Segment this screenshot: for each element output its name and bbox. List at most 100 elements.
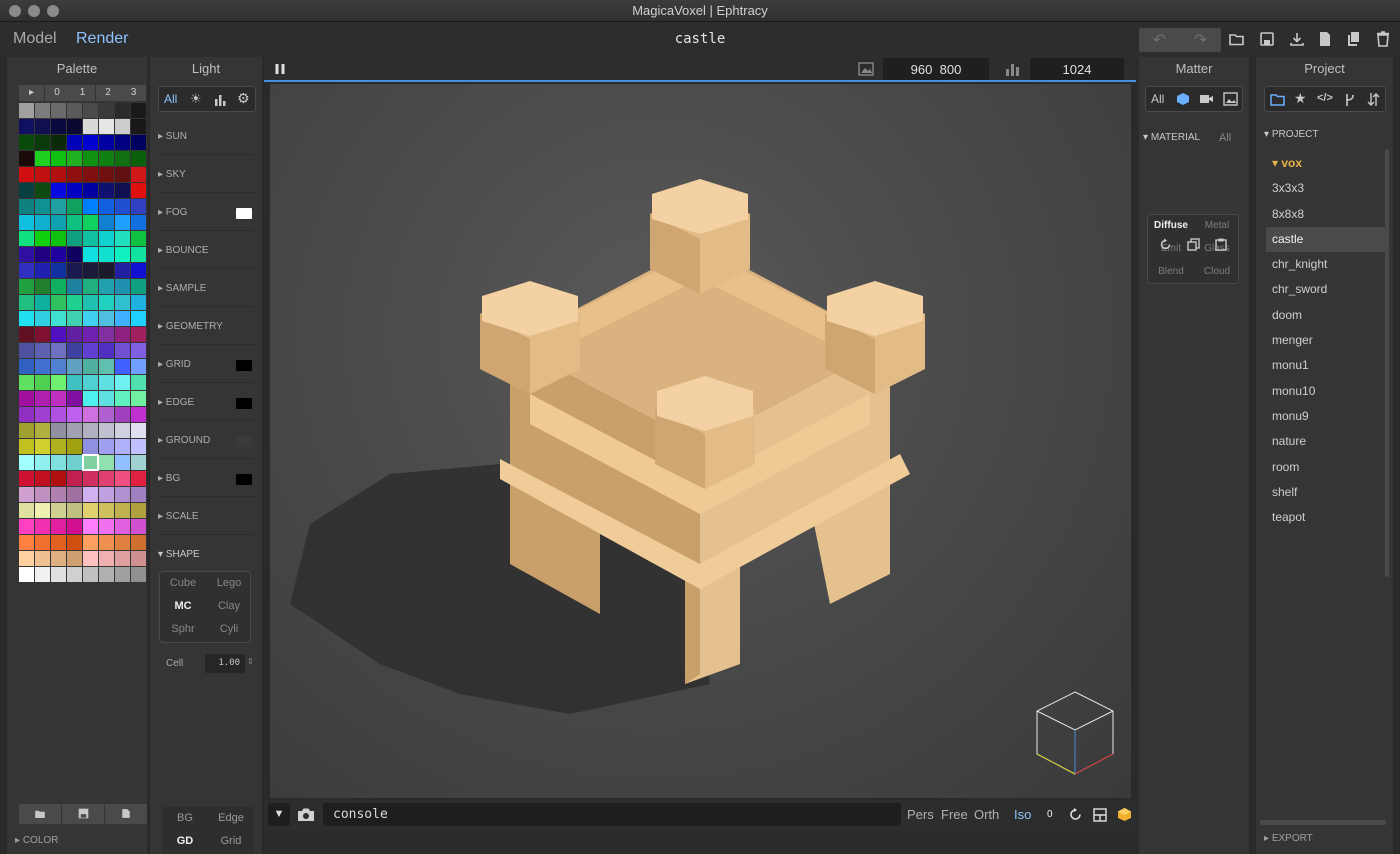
palette-color-swatch[interactable] [99, 519, 114, 534]
code-icon[interactable]: </> [1317, 92, 1333, 104]
palette-color-swatch[interactable] [131, 359, 146, 374]
palette-color-swatch[interactable] [19, 103, 34, 118]
palette-color-swatch[interactable] [115, 359, 130, 374]
palette-color-swatch[interactable] [19, 519, 34, 534]
palette-color-swatch[interactable] [19, 375, 34, 390]
project-h-scrollbar[interactable] [1260, 820, 1386, 825]
project-item[interactable]: chr_sword [1266, 277, 1387, 302]
light-section-sun[interactable]: ▸ SUN [158, 119, 254, 155]
palette-color-swatch[interactable] [35, 359, 50, 374]
sun-icon[interactable]: ☀ [190, 91, 202, 107]
palette-color-swatch[interactable] [19, 567, 34, 582]
palette-color-swatch[interactable] [83, 295, 98, 310]
palette-color-swatch[interactable] [67, 215, 82, 230]
palette-color-swatch[interactable] [35, 391, 50, 406]
palette-color-swatch[interactable] [51, 327, 66, 342]
bar-chart-icon[interactable] [214, 93, 227, 106]
project-item[interactable]: chr_knight [1266, 252, 1387, 277]
new-file-icon[interactable] [1317, 31, 1333, 47]
palette-color-swatch[interactable] [131, 439, 146, 454]
palette-color-swatch[interactable] [115, 535, 130, 550]
palette-color-swatch[interactable] [51, 535, 66, 550]
palette-color-swatch[interactable] [35, 423, 50, 438]
palette-color-swatch[interactable] [115, 439, 130, 454]
palette-color-swatch[interactable] [131, 487, 146, 502]
palette-tab-1[interactable]: 1 [70, 85, 95, 101]
palette-color-swatch[interactable] [83, 279, 98, 294]
palette-color-swatch[interactable] [67, 551, 82, 566]
palette-color-swatch[interactable] [83, 167, 98, 182]
palette-color-swatch[interactable] [51, 471, 66, 486]
palette-color-swatch[interactable] [35, 263, 50, 278]
project-item[interactable]: doom [1266, 303, 1387, 328]
palette-color-swatch[interactable] [83, 503, 98, 518]
palette-color-swatch[interactable] [115, 279, 130, 294]
palette-color-swatch[interactable] [99, 311, 114, 326]
palette-color-swatch[interactable] [99, 391, 114, 406]
palette-color-swatch[interactable] [51, 295, 66, 310]
palette-color-swatch[interactable] [115, 407, 130, 422]
palette-color-swatch[interactable] [83, 231, 98, 246]
palette-color-swatch[interactable] [67, 455, 82, 470]
palette-color-swatch[interactable] [35, 487, 50, 502]
palette-color-swatch[interactable] [115, 231, 130, 246]
palette-color-swatch[interactable] [51, 519, 66, 534]
palette-color-swatch[interactable] [35, 167, 50, 182]
palette-color-swatch[interactable] [99, 567, 114, 582]
palette-color-swatch[interactable] [51, 567, 66, 582]
palette-color-swatch[interactable] [19, 311, 34, 326]
project-item[interactable]: castle [1266, 226, 1387, 253]
palette-color-swatch[interactable] [83, 103, 98, 118]
palette-color-swatch[interactable] [35, 519, 50, 534]
palette-tab-menu[interactable]: ▸ [19, 85, 44, 101]
palette-tab-2[interactable]: 2 [95, 85, 121, 101]
palette-color-swatch[interactable] [115, 455, 130, 470]
palette-color-swatch[interactable] [35, 119, 50, 134]
palette-color-swatch[interactable] [115, 487, 130, 502]
palette-color-swatch[interactable] [131, 535, 146, 550]
palette-color-swatch[interactable] [99, 327, 114, 342]
palette-color-swatch[interactable] [115, 375, 130, 390]
palette-color-swatch[interactable] [99, 407, 114, 422]
project-item[interactable]: nature [1266, 429, 1387, 454]
palette-color-swatch[interactable] [131, 391, 146, 406]
palette-color-swatch[interactable] [67, 359, 82, 374]
gear-icon[interactable]: ⚙ [237, 90, 250, 107]
palette-color-swatch[interactable] [83, 359, 98, 374]
palette-color-swatch[interactable] [115, 247, 130, 262]
palette-color-swatch[interactable] [131, 135, 146, 150]
palette-color-swatch[interactable] [131, 167, 146, 182]
pause-icon[interactable] [274, 63, 286, 75]
palette-color-swatch[interactable] [83, 535, 98, 550]
palette-color-swatch[interactable] [67, 471, 82, 486]
palette-color-swatch[interactable] [131, 327, 146, 342]
reset-rotation-icon[interactable] [1068, 807, 1083, 822]
palette-color-swatch[interactable] [83, 343, 98, 358]
palette-color-swatch[interactable] [19, 215, 34, 230]
shape-lego[interactable]: Lego [206, 577, 252, 589]
palette-color-swatch[interactable] [83, 183, 98, 198]
palette-color-swatch[interactable] [131, 247, 146, 262]
star-icon[interactable]: ★ [1294, 90, 1307, 107]
palette-color-swatch[interactable] [67, 247, 82, 262]
palette-color-swatch[interactable] [19, 279, 34, 294]
palette-color-swatch[interactable] [67, 407, 82, 422]
color-section-label[interactable]: ▸ COLOR [15, 835, 58, 846]
footer-bg-button[interactable]: BG [162, 812, 208, 824]
palette-color-swatch[interactable] [67, 567, 82, 582]
palette-color-swatch[interactable] [83, 567, 98, 582]
light-color-swatch[interactable] [236, 474, 252, 485]
palette-color-swatch[interactable] [19, 503, 34, 518]
palette-color-swatch[interactable] [83, 247, 98, 262]
palette-color-swatch[interactable] [99, 535, 114, 550]
palette-color-swatch[interactable] [83, 119, 98, 134]
palette-tab-0[interactable]: 0 [44, 85, 70, 101]
palette-color-swatch[interactable] [35, 327, 50, 342]
palette-color-swatch[interactable] [99, 295, 114, 310]
render-tab[interactable]: Render [76, 30, 128, 48]
reset-material-icon[interactable] [1159, 238, 1172, 251]
palette-color-swatch[interactable] [131, 423, 146, 438]
palette-color-swatch[interactable] [115, 519, 130, 534]
palette-color-swatch[interactable] [82, 454, 99, 471]
palette-color-swatch[interactable] [51, 279, 66, 294]
